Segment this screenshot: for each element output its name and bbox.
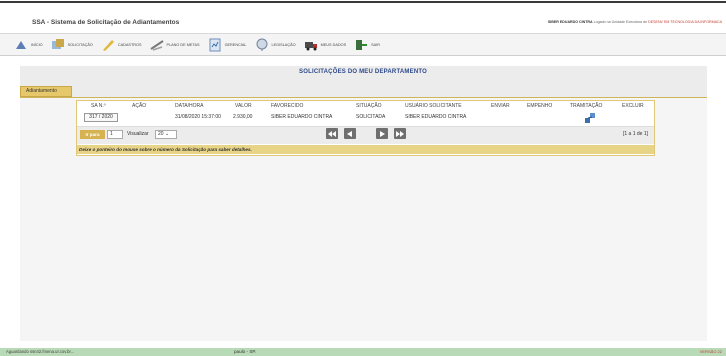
toolbar-goals[interactable]: Plano de Metas bbox=[149, 36, 200, 54]
per-page-select[interactable]: 20 ⌄ bbox=[155, 130, 177, 139]
chevron-down-icon: ⌄ bbox=[164, 131, 170, 137]
toolbar-cadastros[interactable]: Cadastros bbox=[101, 36, 142, 54]
status-loading: Aguardando ssn42.fmena.ur.cov.br... bbox=[6, 349, 75, 354]
prev-page-button[interactable] bbox=[344, 128, 356, 139]
home-icon bbox=[16, 40, 26, 49]
cell-valor: 2.930,00 bbox=[233, 114, 253, 120]
last-page-icon bbox=[396, 130, 404, 137]
user-unit: DESENV EM TECNOLOGIA DA INFORMACA bbox=[648, 20, 722, 24]
law-icon bbox=[256, 38, 268, 51]
header-acao: AÇÃO bbox=[132, 103, 147, 109]
cell-usuario: SIBER EDUARDO CINTRA bbox=[405, 114, 467, 120]
prev-page-icon bbox=[347, 130, 352, 137]
per-page-value: 20 bbox=[158, 131, 164, 137]
cell-situacao: SOLICITADA bbox=[356, 114, 386, 120]
app-header: SSA - Sistema de Solicitação de Adiantam… bbox=[0, 8, 726, 34]
header-excluir: EXCLUIR bbox=[622, 103, 644, 109]
toolbar-home[interactable]: Início bbox=[14, 36, 43, 54]
header-sa: SA N.º bbox=[91, 103, 106, 109]
header-data-hora: DATA/HORA bbox=[175, 103, 204, 109]
report-icon bbox=[209, 38, 221, 51]
toolbar-request[interactable]: Solicitação bbox=[51, 36, 93, 54]
page-number-input[interactable]: 1 bbox=[107, 130, 123, 139]
toolbar-law-label: Legislação bbox=[271, 42, 296, 47]
exit-icon bbox=[356, 39, 368, 50]
user-info-text: Logado na Unidade Executora de bbox=[592, 20, 649, 24]
page-title: SOLICITAÇÕES DO MEU DEPARTAMENTO bbox=[299, 69, 427, 75]
toolbar-exit[interactable]: Sair bbox=[354, 36, 380, 54]
header-tramitacao: TRAMITAÇÃO bbox=[570, 103, 603, 109]
status-bar bbox=[0, 348, 726, 356]
tab-adiantamento[interactable]: Adiantamento bbox=[20, 86, 72, 97]
toolbar-cadastros-label: Cadastros bbox=[117, 42, 142, 47]
toolbar-my-data[interactable]: Meus Dados bbox=[304, 36, 347, 54]
toolbar-report[interactable]: Gerencial bbox=[208, 36, 247, 54]
next-page-button[interactable] bbox=[376, 128, 388, 139]
hint-text: Deixe o ponteiro do mouse sobre o número… bbox=[77, 145, 654, 154]
view-label: Visualizar bbox=[127, 131, 149, 137]
user-name: SIBER EDUARDO CINTRA bbox=[547, 20, 593, 24]
header-enviar: ENVIAR bbox=[491, 103, 510, 109]
header-situacao: SITUAÇÃO bbox=[356, 103, 382, 109]
last-page-button[interactable] bbox=[394, 128, 406, 139]
pencil-icon bbox=[102, 39, 114, 51]
goals-icon bbox=[149, 39, 164, 51]
app-title: SSA - Sistema de Solicitação de Adiantam… bbox=[32, 19, 180, 26]
next-page-icon bbox=[380, 130, 385, 137]
toolbar-request-label: Solicitação bbox=[67, 42, 93, 47]
header-favorecido: FAVORECIDO bbox=[271, 103, 304, 109]
bottom-gap bbox=[0, 341, 726, 348]
toolbar-home-label: Início bbox=[31, 42, 43, 47]
toolbar-report-label: Gerencial bbox=[224, 42, 247, 47]
user-info: SIBER EDUARDO CINTRA Logado na Unidade E… bbox=[548, 20, 722, 24]
main-toolbar: Início Solicitação Cadastros Plano de Me… bbox=[0, 34, 726, 56]
header-empenho: EMPENHO bbox=[527, 103, 553, 109]
page-range: [1 a 1 de 1] bbox=[622, 131, 648, 137]
cell-data-hora: 31/08/2020 15:37:00 bbox=[175, 114, 221, 120]
header-usuario: USUÁRIO SOLICITANTE bbox=[405, 103, 462, 109]
toolbar-my-data-label: Meus Dados bbox=[320, 42, 347, 47]
routing-icon[interactable] bbox=[584, 112, 596, 124]
toolbar-law[interactable]: Legislação bbox=[255, 36, 296, 54]
cell-favorecido: SIBER EDUARDO CINTRA bbox=[271, 114, 333, 120]
top-rule bbox=[0, 0, 726, 6]
first-page-button[interactable] bbox=[326, 128, 338, 139]
request-icon bbox=[51, 38, 64, 49]
status-location: paulo - SP. bbox=[234, 349, 257, 354]
toolbar-goals-label: Plano de Metas bbox=[166, 42, 200, 47]
first-page-icon bbox=[328, 130, 336, 137]
toolbar-exit-label: Sair bbox=[371, 42, 380, 47]
truck-icon bbox=[304, 41, 317, 50]
request-number-link[interactable]: 317 / 2020 bbox=[84, 113, 118, 122]
status-version: VERSÃO 22 bbox=[699, 349, 722, 354]
goto-page-button[interactable]: Ir para bbox=[80, 130, 105, 139]
header-valor: VALOR bbox=[235, 103, 252, 109]
